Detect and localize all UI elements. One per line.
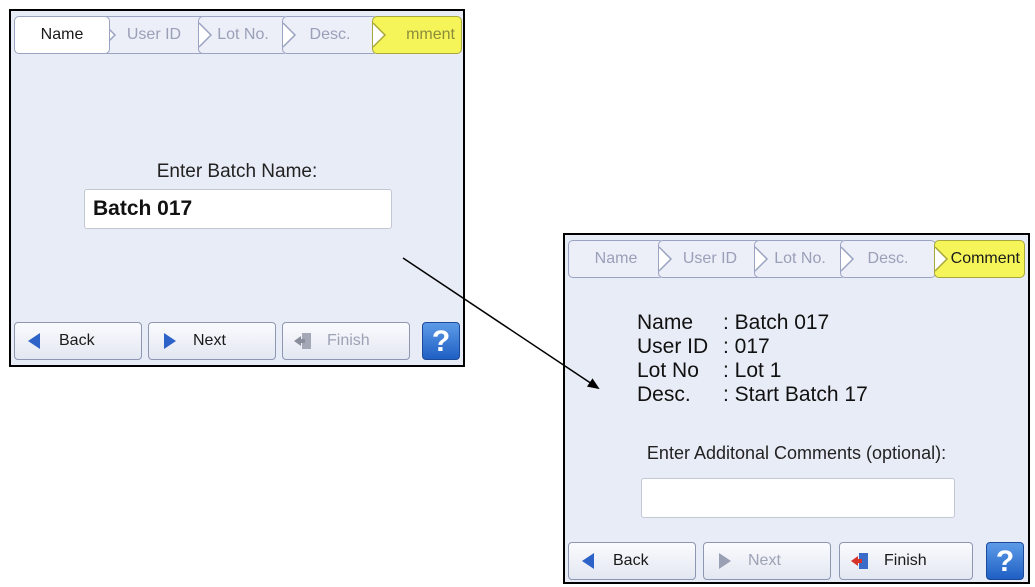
transition-arrow xyxy=(402,257,600,390)
arrow-line xyxy=(402,257,600,390)
tab-name[interactable]: Name xyxy=(14,16,110,54)
tab-comment[interactable]: Comment xyxy=(934,240,1025,278)
chevron-right-icon xyxy=(935,246,949,272)
tab-label: Comment xyxy=(950,250,1020,267)
tab-label: Name xyxy=(40,26,84,43)
